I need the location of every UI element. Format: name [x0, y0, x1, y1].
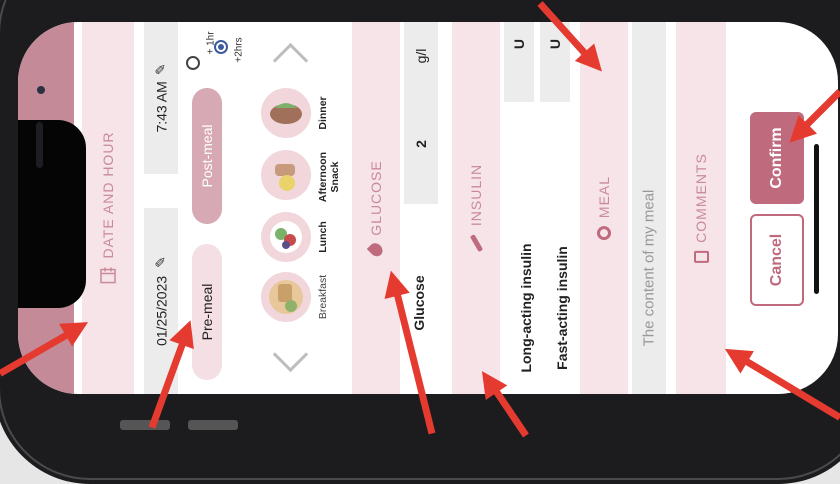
lunch-icon [270, 221, 302, 253]
syringe-icon [469, 234, 483, 253]
glucose-unit: g/l [413, 48, 429, 64]
dinner-icon [270, 103, 302, 124]
plate-icon [597, 226, 611, 241]
calendar-icon [100, 267, 116, 284]
long-insulin-label-wrap: Long-acting insulin [512, 222, 540, 394]
comments-header: COMMENTS [693, 153, 709, 263]
option-2hrs: +2hrs [232, 32, 246, 68]
glucose-value: 2 [413, 140, 429, 148]
post-meal-label: Post-meal [199, 124, 215, 188]
meal-lunch-label-wrap: Lunch [314, 212, 332, 262]
insulin-header: INSULIN [468, 163, 484, 253]
date-hour-title: DATE AND HOUR [100, 131, 116, 259]
snack-icon [275, 164, 295, 191]
home-indicator [814, 144, 819, 294]
meal-afternoon-snack-button[interactable] [261, 150, 311, 200]
fast-insulin-label-wrap: Fast-acting insulin [548, 222, 576, 394]
meal-header: MEAL [596, 175, 612, 241]
cancel-button[interactable]: Cancel [750, 214, 804, 306]
insulin-section: INSULIN [452, 22, 500, 394]
meal-breakfast-button[interactable] [261, 272, 311, 322]
breakfast-icon [269, 280, 303, 314]
comment-placeholder: The content of my meal [640, 189, 658, 347]
option-2hrs-radio[interactable] [214, 40, 228, 54]
time-value: 7:43 AM [153, 81, 169, 133]
meal-breakfast-label: Breakfast [317, 274, 329, 320]
meal-dinner-label-wrap: Dinner [314, 88, 332, 138]
app-screen: DATE AND HOUR 01/25/2023 ✎ 7:43 AM ✎ Pre… [18, 22, 838, 394]
glucose-header: GLUCOSE [366, 160, 386, 259]
glucose-value-field[interactable]: 2 g/l [404, 22, 438, 204]
long-insulin-label: Long-acting insulin [518, 243, 534, 373]
speaker-grille [36, 122, 43, 168]
date-field-content: 01/25/2023 ✎ [153, 256, 170, 346]
pre-meal-label: Pre-meal [199, 283, 215, 341]
glucose-label: Glucose [411, 275, 427, 331]
meal-lunch-label: Lunch [317, 221, 329, 253]
volume-button [120, 420, 170, 430]
long-insulin-field[interactable]: U [504, 22, 534, 102]
meal-dinner-button[interactable] [261, 88, 311, 138]
phone-notch [18, 120, 86, 308]
volume-button [188, 420, 238, 430]
chevron-down-icon[interactable] [272, 336, 309, 373]
notes-icon [693, 250, 709, 263]
date-hour-header: DATE AND HOUR [99, 131, 117, 284]
front-camera [37, 86, 45, 94]
comments-title: COMMENTS [693, 153, 709, 243]
comment-input[interactable]: The content of my meal [632, 22, 666, 394]
pre-meal-toggle[interactable]: Pre-meal [192, 244, 222, 380]
annotated-screenshot: DATE AND HOUR 01/25/2023 ✎ 7:43 AM ✎ Pre… [0, 0, 840, 484]
edit-icon: ✎ [152, 256, 169, 268]
fast-insulin-unit: U [547, 38, 563, 50]
meal-title: MEAL [596, 175, 612, 219]
glucose-title: GLUCOSE [368, 160, 384, 236]
time-field-content: 7:43 AM ✎ [153, 63, 170, 132]
glucose-section: GLUCOSE [352, 22, 400, 394]
date-value: 01/25/2023 [153, 275, 169, 346]
chevron-up-icon[interactable] [272, 42, 309, 79]
drop-icon [366, 240, 386, 259]
option-2hrs-label: +2hrs [233, 37, 245, 63]
edit-icon: ✎ [152, 63, 169, 76]
meal-dinner-label: Dinner [317, 96, 329, 130]
meal-snack-label-wrap: Afternoon Snack [314, 150, 344, 204]
long-insulin-unit: U [511, 38, 527, 50]
cancel-label: Cancel [768, 233, 785, 287]
option-1hr-radio[interactable] [186, 56, 200, 70]
insulin-title: INSULIN [468, 163, 484, 227]
meal-lunch-button[interactable] [261, 212, 311, 262]
post-meal-toggle[interactable]: Post-meal [192, 88, 222, 224]
meal-section: MEAL [580, 22, 628, 394]
meal-snack-label: Afternoon Snack [317, 151, 341, 203]
comments-section: COMMENTS [676, 22, 726, 394]
meal-breakfast-label-wrap: Breakfast [314, 272, 332, 322]
radio-dot [218, 44, 224, 50]
fast-insulin-label: Fast-acting insulin [554, 246, 570, 370]
time-field[interactable]: 7:43 AM ✎ [144, 22, 178, 174]
date-hour-section: DATE AND HOUR [82, 22, 134, 394]
